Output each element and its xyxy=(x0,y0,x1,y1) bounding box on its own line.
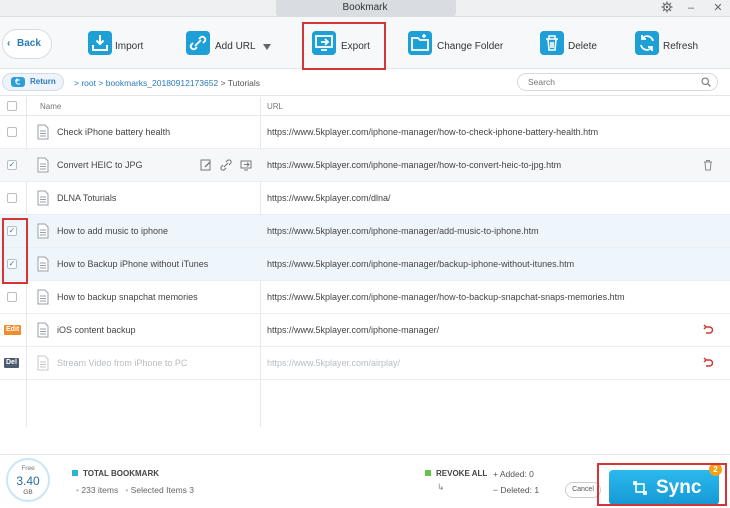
header-name: Name xyxy=(40,102,62,111)
bookmark-name: Convert HEIC to JPG xyxy=(57,160,143,170)
checkbox-highlight xyxy=(2,218,28,284)
table-row[interactable]: Del Stream Video from iPhone to PC https… xyxy=(0,347,730,380)
table-row[interactable]: Check iPhone battery health https://www.… xyxy=(0,116,730,149)
edit-tag: Edit xyxy=(4,325,22,335)
added-count: + Added: 0 xyxy=(493,469,534,479)
select-all-checkbox[interactable] xyxy=(7,101,17,111)
storage-label: Free xyxy=(21,465,35,472)
table-row[interactable]: ✓ Convert HEIC to JPG https://www.5kplay… xyxy=(0,149,730,182)
breadcrumb: > root > bookmarks_20180912173652 > Tuto… xyxy=(74,78,261,88)
bookmark-name: How to Backup iPhone without iTunes xyxy=(57,259,209,269)
import-icon xyxy=(88,31,112,55)
import-button[interactable]: Import xyxy=(88,31,158,57)
crumb-root[interactable]: root xyxy=(81,78,96,88)
export-highlight xyxy=(302,22,386,70)
delete-label: Delete xyxy=(568,41,597,52)
back-label: Back xyxy=(17,38,41,49)
folder-edit-icon xyxy=(408,31,432,55)
change-folder-label: Change Folder xyxy=(437,41,504,52)
bookmark-name: DLNA Toturials xyxy=(57,193,117,203)
document-icon xyxy=(37,223,49,239)
bookmark-url: https://www.5kplayer.com/iphone-manager/… xyxy=(267,160,562,170)
document-icon xyxy=(37,289,49,305)
change-folder-button[interactable]: Change Folder xyxy=(408,31,506,57)
storage-value: 3.40 xyxy=(16,474,40,488)
return-button[interactable]: Return xyxy=(2,73,64,91)
refresh-button[interactable]: Refresh xyxy=(635,31,701,57)
document-icon xyxy=(37,124,49,140)
bookmark-url: https://www.5kplayer.com/iphone-manager/… xyxy=(267,226,539,236)
crumb-folder[interactable]: bookmarks_20180912173652 xyxy=(106,78,218,88)
undo-icon[interactable] xyxy=(702,357,714,369)
document-icon xyxy=(37,157,49,173)
dropdown-arrow-icon[interactable] xyxy=(263,44,271,50)
trash-icon xyxy=(540,31,564,55)
path-bar: Return > root > bookmarks_20180912173652… xyxy=(0,70,730,96)
table-row[interactable]: DLNA Toturials https://www.5kplayer.com/… xyxy=(0,182,730,215)
selected-count: Selected Items 3 xyxy=(130,485,194,495)
bookmark-url: https://www.5kplayer.com/iphone-manager/… xyxy=(267,127,599,137)
document-icon xyxy=(37,322,49,338)
search-input[interactable] xyxy=(528,76,688,88)
title-bar: Bookmark – ✕ xyxy=(0,0,730,17)
close-icon[interactable]: ✕ xyxy=(711,1,725,15)
link-add-icon xyxy=(186,31,210,55)
arrow-icon: ↳ xyxy=(437,482,445,492)
row-checkbox[interactable] xyxy=(7,292,17,302)
delete-button[interactable]: Delete xyxy=(540,31,600,57)
bookmark-name: How to backup snapchat memories xyxy=(57,292,198,302)
chevron-left-icon: ‹ xyxy=(7,38,11,49)
row-checkbox[interactable] xyxy=(7,127,17,137)
document-icon xyxy=(37,190,49,206)
refresh-label: Refresh xyxy=(663,41,699,52)
cancel-button[interactable]: Cancel xyxy=(565,482,601,498)
import-label: Import xyxy=(115,41,144,52)
back-button[interactable]: ‹ Back xyxy=(2,29,52,59)
document-icon xyxy=(37,256,49,272)
table-row[interactable]: Edit iOS content backup https://www.5kpl… xyxy=(0,314,730,347)
header-url: URL xyxy=(267,102,284,111)
crumb-current: Tutorials xyxy=(227,78,261,88)
bookmark-url: https://www.5kplayer.com/iphone-manager/ xyxy=(267,325,440,335)
storage-indicator: Free 3.40 GB xyxy=(6,458,50,502)
table-row[interactable]: ✓ How to Backup iPhone without iTunes ht… xyxy=(0,248,730,281)
add-url-label: Add URL xyxy=(215,41,256,52)
storage-unit: GB xyxy=(23,489,33,496)
search-icon[interactable] xyxy=(701,77,711,87)
open-link-icon[interactable] xyxy=(240,159,252,171)
item-counts: • 233 items • Selected Items 3 xyxy=(76,485,194,495)
deleted-count: − Deleted: 1 xyxy=(493,485,540,495)
bookmark-name: Stream Video from iPhone to PC xyxy=(57,358,188,368)
revoke-all-button[interactable]: REVOKE ALL xyxy=(425,469,487,478)
row-checkbox[interactable] xyxy=(7,193,17,203)
bookmark-url: https://www.5kplayer.com/dlna/ xyxy=(267,193,391,203)
sync-highlight xyxy=(597,463,727,506)
minimize-icon[interactable]: – xyxy=(684,1,698,15)
trash-icon[interactable] xyxy=(702,159,714,171)
document-icon xyxy=(37,355,49,371)
bookmark-url: https://www.5kplayer.com/airplay/ xyxy=(267,358,401,368)
return-icon xyxy=(11,77,25,87)
row-checkbox-checked[interactable]: ✓ xyxy=(7,160,17,170)
window-title: Bookmark xyxy=(342,2,388,13)
table-row[interactable]: ✓ How to add music to iphone https://www… xyxy=(0,215,730,248)
total-bookmark-label: TOTAL BOOKMARK xyxy=(72,469,159,478)
bookmark-url: https://www.5kplayer.com/iphone-manager/… xyxy=(267,259,575,269)
settings-icon[interactable] xyxy=(660,1,674,15)
bookmark-name: Check iPhone battery health xyxy=(57,127,171,137)
search-box[interactable] xyxy=(517,73,718,91)
table-row[interactable]: How to backup snapchat memories https://… xyxy=(0,281,730,314)
refresh-icon xyxy=(635,31,659,55)
table-header: Name URL xyxy=(0,97,730,116)
items-count: 233 items xyxy=(81,485,119,495)
undo-icon[interactable] xyxy=(702,324,714,336)
bookmark-url: https://www.5kplayer.com/iphone-manager/… xyxy=(267,292,625,302)
add-url-button[interactable]: Add URL xyxy=(186,31,276,57)
bookmark-name: How to add music to iphone xyxy=(57,226,169,236)
edit-icon[interactable] xyxy=(200,159,212,171)
bookmark-name: iOS content backup xyxy=(57,325,136,335)
delete-tag: Del xyxy=(4,358,19,368)
link-icon[interactable] xyxy=(220,159,232,171)
return-label: Return xyxy=(30,77,56,86)
